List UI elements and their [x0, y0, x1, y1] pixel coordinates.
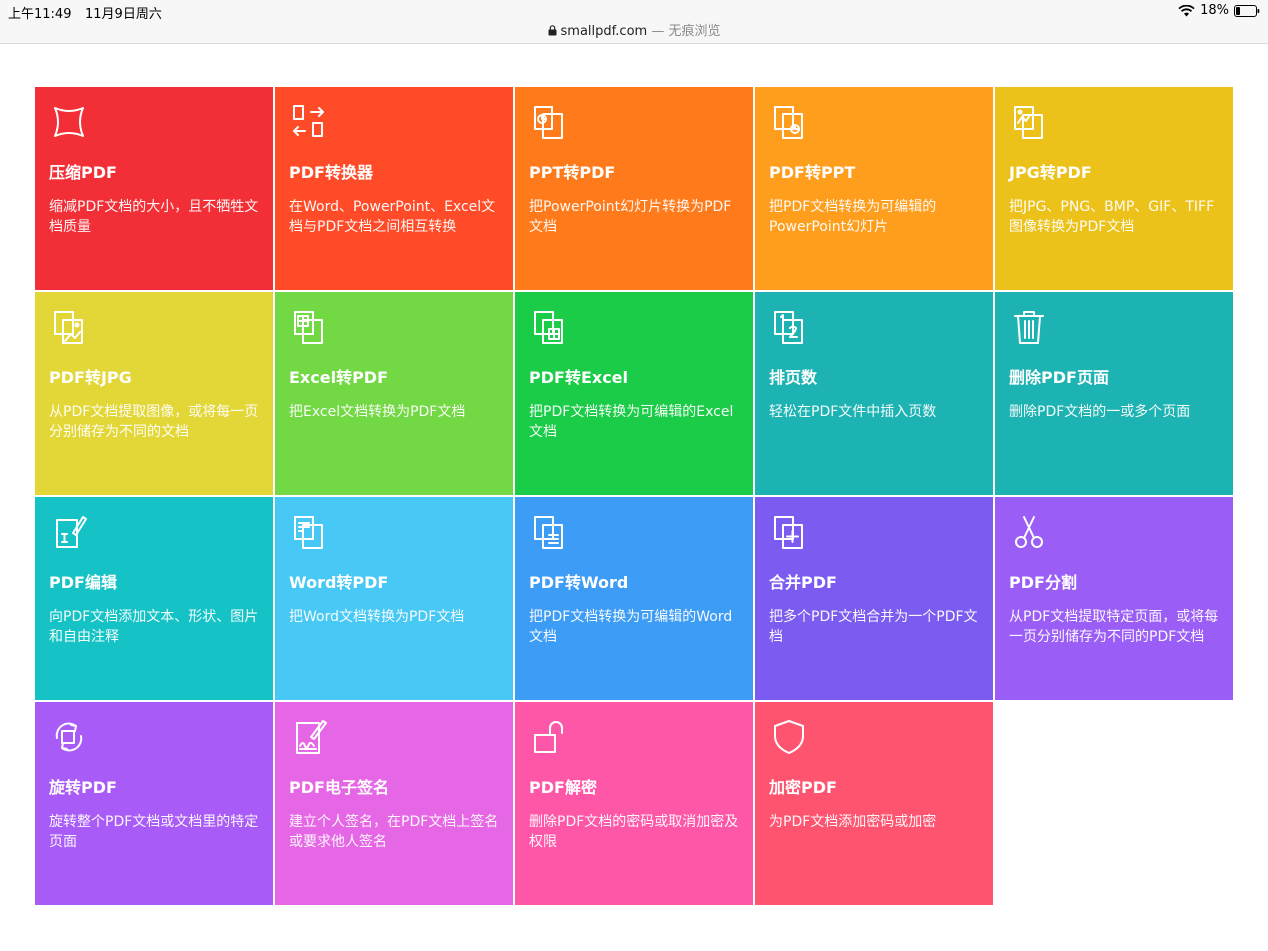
- address-bar[interactable]: smallpdf.com — 无痕浏览: [0, 20, 1268, 40]
- lock-icon: [548, 25, 557, 40]
- tool-grid: 压缩PDF 缩减PDF文档的大小，且不牺牲文档质量 PDF转换器在Word、Powe…: [35, 87, 1233, 905]
- status-indicators: 18%: [1178, 3, 1260, 18]
- tool-description: 从PDF文档提取图像，或将每一页分别储存为不同的文档: [49, 404, 259, 440]
- tool-description: 删除PDF文档的密码或取消加密及权限: [529, 814, 739, 850]
- unlock-icon: [529, 717, 569, 757]
- tool-tile-4[interactable]: PDF转PPT 把PDF文档转换为可编辑的PowerPoint幻灯片: [755, 87, 993, 290]
- tool-description: 把PDF文档转换为可编辑的PowerPoint幻灯片: [769, 199, 937, 235]
- tool-title: 压缩PDF: [49, 163, 117, 182]
- tool-description: 把Excel文档转换为PDF文档: [289, 404, 466, 420]
- tool-tile-8[interactable]: PDF转Excel 把PDF文档转换为可编辑的Excel文档: [515, 292, 753, 495]
- pdf-to-word-icon: [529, 512, 569, 552]
- tool-tile-16[interactable]: 旋转PDF 旋转整个PDF文档或文档里的特定页面: [35, 702, 273, 905]
- tool-description: 把Word文档转换为PDF文档: [289, 609, 465, 625]
- tool-tile-3[interactable]: PPT转PDF 把PowerPoint幻灯片转换为PDF文档: [515, 87, 753, 290]
- tool-title: PDF分割: [1009, 573, 1077, 592]
- tool-title: JPG转PDF: [1009, 163, 1092, 182]
- pdf-to-excel-icon: [529, 307, 569, 347]
- tool-title: PDF转换器: [289, 163, 373, 182]
- rotate-icon: [49, 717, 89, 757]
- pdf-to-jpg-icon: [49, 307, 89, 347]
- tool-title: PDF转PPT: [769, 163, 856, 182]
- tool-title: PDF转JPG: [49, 368, 132, 387]
- tool-tile-9[interactable]: 排页数轻松在PDF文件中插入页数: [755, 292, 993, 495]
- tool-title: 加密PDF: [769, 778, 837, 797]
- tool-title: PPT转PDF: [529, 163, 616, 182]
- tool-title: 排页数: [769, 368, 818, 387]
- tool-tile-6[interactable]: PDF转JPG 从PDF文档提取图像，或将每一页分别储存为不同的文档: [35, 292, 273, 495]
- tool-description: 把多个PDF文档合并为一个PDF文档: [769, 609, 978, 645]
- tool-tile-18[interactable]: PDF解密删除PDF文档的密码或取消加密及权限: [515, 702, 753, 905]
- scissors-icon: [1009, 512, 1049, 552]
- tool-tile-12[interactable]: Word转PDF 把Word文档转换为PDF文档: [275, 497, 513, 700]
- merge-icon: [769, 512, 809, 552]
- tool-tile-5[interactable]: JPG转PDF 把JPG、PNG、BMP、GIF、TIFF图像转换为PDF文档: [995, 87, 1233, 290]
- pdf-to-ppt-icon: [769, 102, 809, 142]
- tool-tile-15[interactable]: PDF分割从PDF文档提取特定页面，或将每一页分别储存为不同的PDF文档: [995, 497, 1233, 700]
- status-bar: 上午11:49 11月9日周六 18% smallpdf.com — 无痕浏览: [0, 0, 1268, 44]
- tool-title: PDF解密: [529, 778, 597, 797]
- tool-title: PDF转Word: [529, 573, 629, 592]
- tool-tile-19[interactable]: 加密PDF 为PDF文档添加密码或加密: [755, 702, 993, 905]
- tool-tile-1[interactable]: 压缩PDF 缩减PDF文档的大小，且不牺牲文档质量: [35, 87, 273, 290]
- tool-tile-11[interactable]: PDF编辑向PDF文档添加文本、形状、图片和自由注释: [35, 497, 273, 700]
- tool-tile-10[interactable]: 删除PDF页面删除PDF文档的一或多个页面: [995, 292, 1233, 495]
- tool-description: 把PDF文档转换为可编辑的Word文档: [529, 609, 733, 645]
- tool-title: Word转PDF: [289, 573, 389, 592]
- tool-tile-7[interactable]: Excel转PDF 把Excel文档转换为PDF文档: [275, 292, 513, 495]
- tool-tile-17[interactable]: PDF电子签名建立个人签名，在PDF文档上签名或要求他人签名: [275, 702, 513, 905]
- tool-tile-13[interactable]: PDF转Word 把PDF文档转换为可编辑的Word文档: [515, 497, 753, 700]
- tool-description: 为PDF文档添加密码或加密: [769, 814, 937, 830]
- battery-icon: [1234, 4, 1260, 17]
- tool-description: 把JPG、PNG、BMP、GIF、TIFF图像转换为PDF文档: [1009, 199, 1215, 235]
- tool-description: 在Word、PowerPoint、Excel文档与PDF文档之间相互转换: [289, 199, 496, 235]
- tool-description: 缩减PDF文档的大小，且不牺牲文档质量: [49, 199, 259, 235]
- tool-description: 向PDF文档添加文本、形状、图片和自由注释: [49, 609, 259, 645]
- battery-percent: 18%: [1200, 3, 1229, 18]
- tool-title: 旋转PDF: [49, 778, 117, 797]
- tool-tile-2[interactable]: PDF转换器在Word、PowerPoint、Excel文档与PDF文档之间相互…: [275, 87, 513, 290]
- tool-title: PDF转Excel: [529, 368, 629, 387]
- url-text: smallpdf.com: [560, 24, 648, 39]
- tool-title: PDF编辑: [49, 573, 117, 592]
- convert-icon: [289, 102, 329, 142]
- private-mode-label: — 无痕浏览: [647, 24, 721, 39]
- shield-icon: [769, 717, 809, 757]
- tool-title: 删除PDF页面: [1009, 368, 1109, 387]
- tool-title: 合并PDF: [769, 573, 837, 592]
- edit-icon: [49, 512, 89, 552]
- tool-description: 轻松在PDF文件中插入页数: [769, 404, 937, 420]
- jpg-to-pdf-icon: [1009, 102, 1049, 142]
- signature-icon: [289, 717, 329, 757]
- trash-icon: [1009, 307, 1049, 347]
- tool-description: 把PDF文档转换为可编辑的Excel文档: [529, 404, 734, 440]
- tool-description: 删除PDF文档的一或多个页面: [1009, 404, 1191, 420]
- word-to-pdf-icon: [289, 512, 329, 552]
- excel-to-pdf-icon: [289, 307, 329, 347]
- tool-tile-14[interactable]: 合并PDF 把多个PDF文档合并为一个PDF文档: [755, 497, 993, 700]
- tool-description: 旋转整个PDF文档或文档里的特定页面: [49, 814, 259, 850]
- tool-description: 从PDF文档提取特定页面，或将每一页分别储存为不同的PDF文档: [1009, 609, 1219, 645]
- compress-icon: [49, 102, 89, 142]
- wifi-icon: [1178, 4, 1195, 17]
- tool-description: 把PowerPoint幻灯片转换为PDF文档: [529, 199, 732, 235]
- tool-title: Excel转PDF: [289, 368, 389, 387]
- page-numbers-icon: [769, 307, 809, 347]
- tool-description: 建立个人签名，在PDF文档上签名或要求他人签名: [289, 814, 499, 850]
- tool-title: PDF电子签名: [289, 778, 389, 797]
- ppt-to-pdf-icon: [529, 102, 569, 142]
